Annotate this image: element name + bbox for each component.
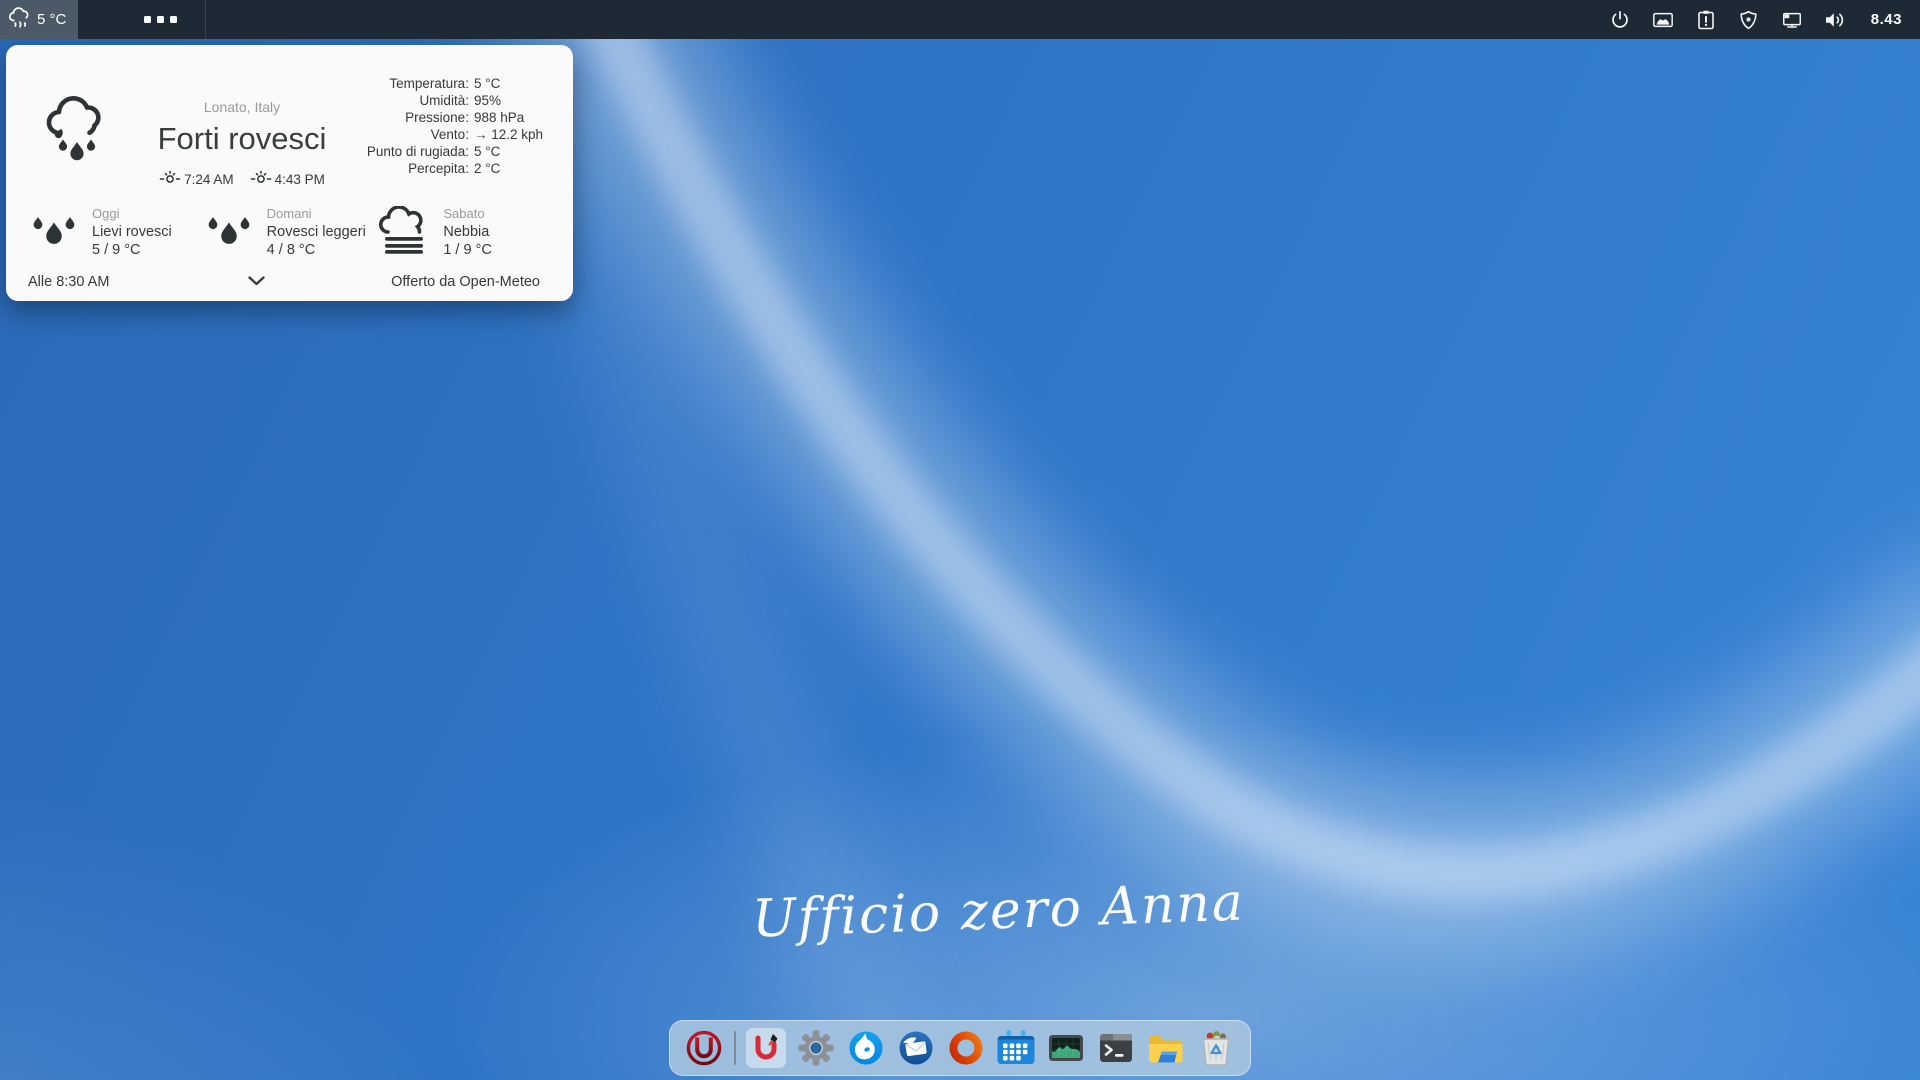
- sunrise-block: 7:24 AM: [159, 170, 234, 189]
- top-panel: 5 °C: [0, 0, 1920, 39]
- detail-value: 988 hPa: [474, 110, 543, 125]
- weather-condition: Forti rovesci: [102, 121, 382, 157]
- dock-separator: [734, 1031, 736, 1065]
- raindrops-icon: [28, 207, 80, 258]
- panel-temperature: 5 °C: [37, 11, 66, 28]
- terminal-icon[interactable]: [1096, 1028, 1136, 1068]
- detail-label: Pressione:: [367, 110, 469, 125]
- weather-popup: Lonato, Italy Forti rovesci 7:24 AM 4:: [6, 45, 573, 301]
- heavy-rain-cloud-icon: [46, 93, 108, 170]
- detail-label: Umidità:: [367, 93, 469, 108]
- forecast-condition: Nebbia: [443, 223, 492, 242]
- panel-weather-button[interactable]: 5 °C: [0, 0, 78, 39]
- network-icon[interactable]: [1781, 9, 1803, 31]
- system-monitor-icon[interactable]: [1046, 1028, 1086, 1068]
- system-tray: 8.43: [1609, 9, 1920, 31]
- chevron-down-icon: [248, 274, 265, 290]
- panel-dots-menu[interactable]: [144, 16, 177, 23]
- settings-gear-icon[interactable]: [796, 1028, 836, 1068]
- librewolf-browser-icon[interactable]: [846, 1028, 886, 1068]
- panel-clock[interactable]: 8.43: [1871, 11, 1902, 28]
- office-suite-icon[interactable]: [946, 1028, 986, 1068]
- forecast-temps: 5 / 9 °C: [92, 241, 172, 260]
- forecast-tomorrow: Domani Rovesci leggeri 4 / 8 °C: [203, 206, 378, 260]
- forecast-condition: Rovesci leggeri: [267, 223, 366, 242]
- forecast-temps: 1 / 9 °C: [443, 241, 492, 260]
- detail-label: Vento:: [367, 127, 469, 142]
- detail-value: 95%: [474, 93, 543, 108]
- weather-details: Temperatura: 5 °C Umidità: 95% Pressione…: [367, 76, 543, 176]
- sunrise-time: 7:24 AM: [184, 172, 234, 187]
- forecast-saturday: Sabato Nebbia 1 / 9 °C: [377, 206, 552, 260]
- weather-footer: Alle 8:30 AM Offerto da Open-Meteo: [6, 263, 573, 301]
- shield-icon[interactable]: [1738, 9, 1760, 31]
- wallpaper-icon[interactable]: [1652, 9, 1674, 31]
- weather-location: Lonato, Italy: [102, 99, 382, 115]
- forecast-day: Domani: [267, 206, 366, 223]
- thunderbird-mail-icon[interactable]: [896, 1028, 936, 1068]
- detail-value wind-value: → 12.2 kph: [474, 127, 543, 142]
- forecast-temps: 4 / 8 °C: [267, 241, 366, 260]
- volume-icon[interactable]: [1824, 9, 1846, 31]
- raindrops-icon: [203, 207, 255, 258]
- file-manager-icon[interactable]: [1146, 1028, 1186, 1068]
- panel-separator: [205, 0, 206, 39]
- forecast-condition: Lievi rovesci: [92, 223, 172, 242]
- detail-value: 5 °C: [474, 76, 543, 91]
- sunrise-icon: [159, 170, 181, 189]
- ufficiozero-logo-icon[interactable]: [684, 1028, 724, 1068]
- detail-value: 5 °C: [474, 144, 543, 159]
- calendar-icon[interactable]: [996, 1028, 1036, 1068]
- dock: [669, 1020, 1251, 1076]
- power-icon[interactable]: [1609, 9, 1631, 31]
- weather-attribution: Offerto da Open-Meteo: [391, 274, 540, 290]
- forecast-day: Oggi: [92, 206, 172, 223]
- sunset-icon: [250, 170, 272, 189]
- sunset-time: 4:43 PM: [275, 172, 325, 187]
- weather-updated: Alle 8:30 AM: [28, 274, 109, 290]
- sunset-block: 4:43 PM: [250, 170, 325, 189]
- detail-label: Percepita:: [367, 161, 469, 176]
- clipboard-alert-icon[interactable]: [1695, 9, 1717, 31]
- fog-icon: [377, 206, 431, 259]
- ufficiozero-installer-icon[interactable]: [746, 1028, 786, 1068]
- forecast-today: Oggi Lievi rovesci 5 / 9 °C: [28, 206, 203, 260]
- sun-times: 7:24 AM 4:43 PM: [102, 170, 382, 189]
- trash-icon[interactable]: [1196, 1028, 1236, 1068]
- detail-value: 2 °C: [474, 161, 543, 176]
- expand-forecast-button[interactable]: [244, 272, 268, 292]
- forecast-row: Oggi Lievi rovesci 5 / 9 °C Domani Roves…: [28, 206, 552, 260]
- detail-label: Punto di rugiada:: [367, 144, 469, 159]
- forecast-day: Sabato: [443, 206, 492, 223]
- rain-cloud-icon: [8, 6, 32, 34]
- detail-label: Temperatura:: [367, 76, 469, 91]
